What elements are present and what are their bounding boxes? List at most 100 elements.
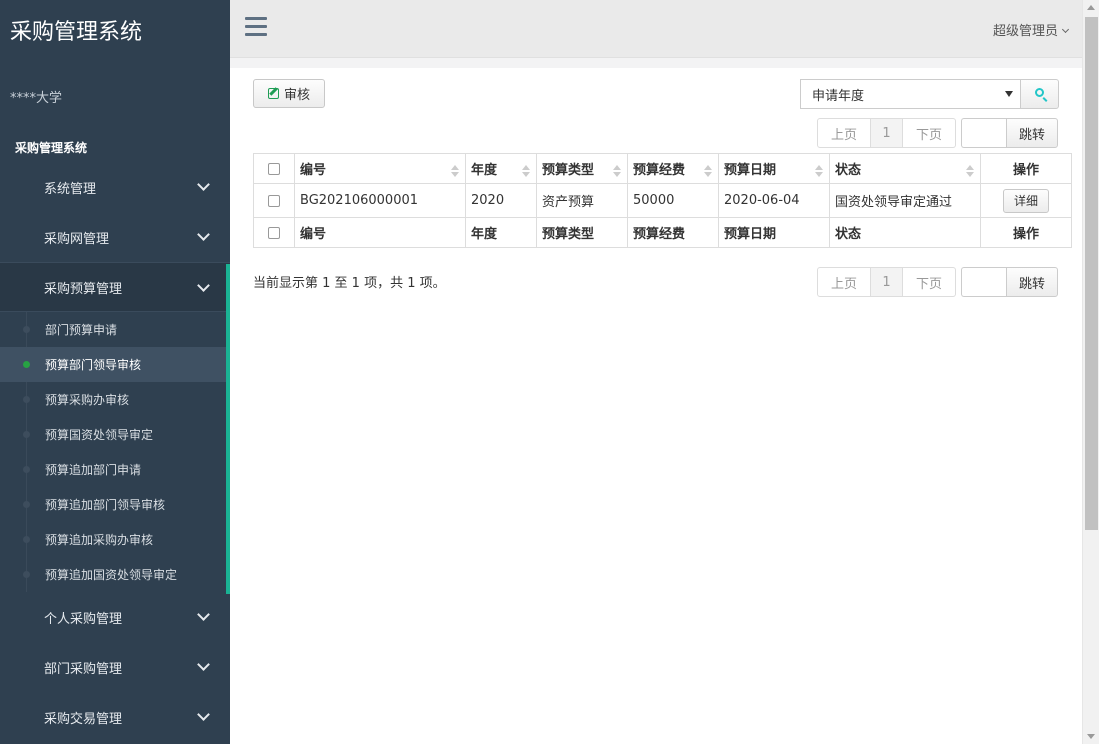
sidebar-item-label: 采购交易管理 — [44, 711, 123, 727]
user-menu[interactable]: 超级管理员 — [992, 20, 1070, 39]
audit-button-label: 审核 — [283, 88, 310, 103]
jump-page-input[interactable] — [961, 267, 1006, 297]
dropdown-arrow-icon — [1005, 91, 1013, 97]
sidebar-item-label: 采购预算管理 — [44, 281, 123, 297]
footer-col-year: 年度 — [465, 217, 537, 248]
table-footer-row: 编号 年度 预算类型 预算经费 预算日期 状态 操作 — [253, 217, 1072, 248]
chevron-down-icon — [197, 658, 210, 671]
footer-select-all-checkbox[interactable] — [268, 226, 280, 239]
scroll-down-icon[interactable] — [1087, 734, 1095, 739]
top-bar: 超级管理员 — [230, 0, 1099, 58]
submenu-item-add-asset-approve[interactable]: 预算追加国资处领导审定 — [0, 557, 230, 592]
footer-col-id: 编号 — [294, 217, 466, 248]
submenu-item-dept-apply[interactable]: 部门预算申请 — [0, 312, 230, 347]
menu-toggle-icon[interactable] — [245, 17, 267, 39]
chevron-down-icon — [197, 608, 210, 621]
sort-icon — [704, 165, 712, 177]
footer-col-type: 预算类型 — [536, 217, 628, 248]
submenu-item-label: 部门预算申请 — [45, 323, 118, 337]
jump-button[interactable]: 跳转 — [1006, 267, 1058, 297]
section-label: 采购管理系统 — [15, 141, 88, 155]
submenu-item-office-review[interactable]: 预算采购办审核 — [0, 382, 230, 417]
sort-icon — [451, 165, 459, 177]
bullet-icon — [23, 396, 30, 403]
year-select-value: 申请年度 — [812, 88, 865, 104]
sidebar-menu: 系统管理 采购网管理 采购预算管理 部门预算申请 预算部门领导审核 预算采购办审… — [0, 162, 230, 742]
pager-top: 上页 1 下页 跳转 — [817, 118, 1058, 148]
sort-icon — [613, 165, 621, 177]
col-amount-header[interactable]: 预算经费 — [627, 153, 719, 184]
column-label: 编号 — [300, 163, 327, 178]
audit-button[interactable]: 审核 — [253, 79, 325, 108]
sidebar-item-system[interactable]: 系统管理 — [0, 162, 230, 212]
chevron-down-icon — [197, 228, 210, 241]
prev-page-button[interactable]: 上页 — [817, 267, 871, 297]
submenu-item-add-dept-leader-review[interactable]: 预算追加部门领导审核 — [0, 487, 230, 522]
sidebar-item-procurement-web[interactable]: 采购网管理 — [0, 212, 230, 262]
bullet-icon — [23, 361, 30, 368]
table-row[interactable]: BG202106000001 2020 资产预算 50000 2020-06-0… — [253, 183, 1072, 218]
page-number[interactable]: 1 — [871, 267, 903, 297]
next-page-button[interactable]: 下页 — [903, 118, 956, 148]
user-name: 超级管理员 — [992, 24, 1058, 39]
table-header-row: 编号 年度 预算类型 预算经费 预算日期 状态 操作 — [253, 153, 1072, 184]
sort-icon — [522, 165, 530, 177]
chevron-down-icon — [1061, 25, 1070, 34]
col-action-header: 操作 — [980, 153, 1072, 184]
column-label: 状态 — [835, 163, 862, 178]
vertical-scrollbar[interactable] — [1082, 0, 1099, 744]
footer-col-status: 状态 — [829, 217, 981, 248]
footer-col-amount: 预算经费 — [627, 217, 719, 248]
col-type-header[interactable]: 预算类型 — [536, 153, 628, 184]
submenu-item-dept-leader-review[interactable]: 预算部门领导审核 — [0, 347, 230, 382]
scrollbar-thumb[interactable] — [1085, 17, 1098, 530]
row-checkbox[interactable] — [268, 194, 280, 207]
cell-year: 2020 — [465, 183, 537, 218]
sidebar-item-label: 个人采购管理 — [44, 611, 123, 627]
submenu-item-label: 预算追加国资处领导审定 — [45, 568, 178, 582]
sidebar-item-label: 系统管理 — [44, 181, 97, 197]
search-button[interactable] — [1020, 79, 1059, 109]
year-select[interactable]: 申请年度 — [800, 79, 1020, 109]
row-checkbox-cell — [253, 183, 295, 218]
select-all-checkbox[interactable] — [268, 162, 280, 175]
sidebar: 采购管理系统 ****大学 采购管理系统 系统管理 采购网管理 采购预算管理 部… — [0, 0, 230, 744]
prev-page-button[interactable]: 上页 — [817, 118, 871, 148]
column-label: 预算类型 — [542, 163, 595, 178]
bullet-icon — [23, 536, 30, 543]
cell-status: 国资处领导审定通过 — [829, 183, 981, 218]
chevron-down-icon — [197, 708, 210, 721]
bullet-icon — [23, 431, 30, 438]
submenu-item-label: 预算追加采购办审核 — [45, 533, 154, 547]
app-brand: 采购管理系统 — [10, 20, 143, 45]
sidebar-item-label: 部门采购管理 — [44, 661, 123, 677]
bullet-icon — [23, 571, 30, 578]
bullet-icon — [23, 466, 30, 473]
page-number[interactable]: 1 — [871, 118, 903, 148]
sort-icon — [966, 165, 974, 177]
budget-submenu: 部门预算申请 预算部门领导审核 预算采购办审核 预算国资处领导审定 预算追加部门… — [0, 312, 230, 592]
submenu-item-label: 预算部门领导审核 — [45, 358, 142, 372]
col-status-header[interactable]: 状态 — [829, 153, 981, 184]
chevron-down-icon — [197, 279, 210, 292]
jump-page-input[interactable] — [961, 118, 1006, 148]
sidebar-item-trade[interactable]: 采购交易管理 — [0, 692, 230, 742]
submenu-item-label: 预算采购办审核 — [45, 393, 130, 407]
submenu-item-add-dept-apply[interactable]: 预算追加部门申请 — [0, 452, 230, 487]
submenu-item-asset-approve[interactable]: 预算国资处领导审定 — [0, 417, 230, 452]
scroll-up-icon[interactable] — [1087, 5, 1095, 10]
next-page-button[interactable]: 下页 — [903, 267, 956, 297]
col-id-header[interactable]: 编号 — [294, 153, 466, 184]
footer-checkbox-cell — [253, 217, 295, 248]
sidebar-item-budget[interactable]: 采购预算管理 — [0, 262, 230, 312]
sidebar-item-personal[interactable]: 个人采购管理 — [0, 592, 230, 642]
col-date-header[interactable]: 预算日期 — [718, 153, 830, 184]
column-label: 预算日期 — [724, 163, 777, 178]
budget-table: 编号 年度 预算类型 预算经费 预算日期 状态 操作 BG20210600000… — [253, 153, 1072, 248]
sidebar-item-department[interactable]: 部门采购管理 — [0, 642, 230, 692]
submenu-item-add-office-review[interactable]: 预算追加采购办审核 — [0, 522, 230, 557]
jump-button[interactable]: 跳转 — [1006, 118, 1058, 148]
detail-button[interactable]: 详细 — [1003, 188, 1049, 213]
col-year-header[interactable]: 年度 — [465, 153, 537, 184]
submenu-item-label: 预算追加部门申请 — [45, 463, 142, 477]
